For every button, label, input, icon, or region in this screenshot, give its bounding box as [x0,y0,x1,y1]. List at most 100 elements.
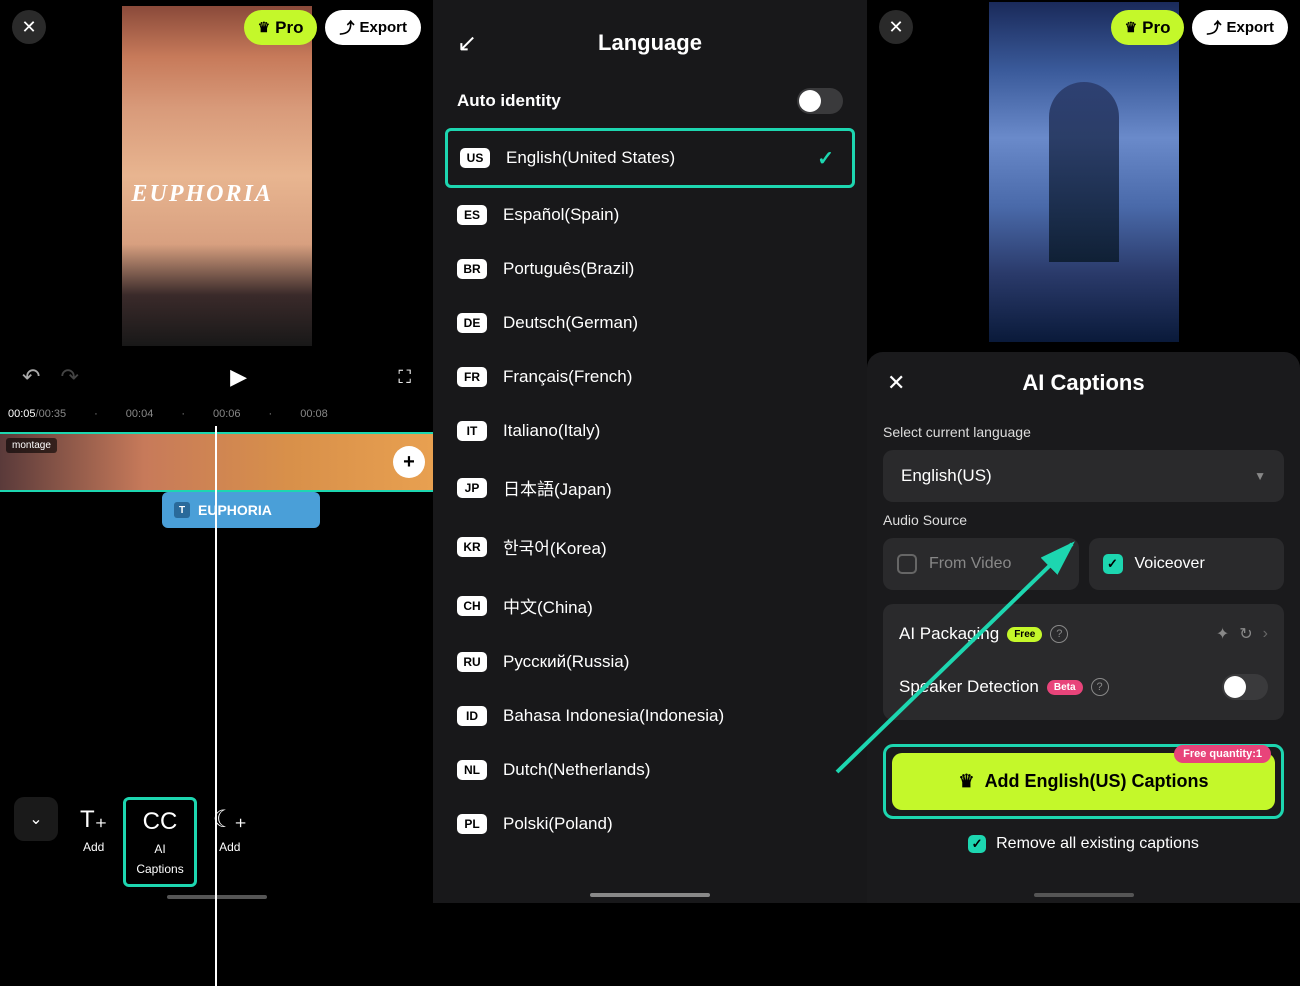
info-icon[interactable]: ? [1091,678,1109,696]
lang-code-badge: IT [457,421,487,441]
fullscreen-icon[interactable]: ⛶ [398,367,411,388]
select-language-label: Select current language [883,424,1284,440]
selected-language: English(US) [901,466,992,486]
collapse-button[interactable]: ⌄ [14,797,58,841]
add-text-icon: T₊ [80,805,107,834]
remove-checkbox[interactable]: ✓ [968,835,986,853]
home-indicator [590,893,710,897]
play-button[interactable]: ▶ [230,364,247,390]
lang-name: English(United States) [506,148,675,168]
text-clip-icon: T [174,502,190,518]
export-icon: ⤴ [339,17,354,38]
playhead[interactable] [215,426,217,986]
language-dropdown[interactable]: English(US) ▼ [883,450,1284,502]
language-item-kr[interactable]: KR 한국어(Korea) [445,517,855,576]
language-item-ru[interactable]: RU Русский(Russia) [445,635,855,689]
sheet-title: AI Captions [1022,370,1144,396]
lang-name: Français(French) [503,367,632,387]
ai-packaging-row[interactable]: AI Packaging Free ? ✦ ↻ › [899,618,1268,650]
language-item-us[interactable]: US English(United States) ✓ [445,128,855,188]
speaker-detection-label: Speaker Detection [899,677,1039,697]
video-frame: EUPHORIA [122,6,312,346]
language-item-es[interactable]: ESEspañol(Spain) [445,188,855,242]
undo-icon[interactable]: ↶ [22,364,40,390]
auto-identity-toggle[interactable] [797,88,843,114]
text-clip[interactable]: T EUPHORIA [162,492,320,528]
language-item-ch[interactable]: CH中文(China) [445,576,855,635]
language-item-de[interactable]: DEDeutsch(German) [445,296,855,350]
lang-name: Polski(Poland) [503,814,613,834]
export-label: Export [359,19,407,36]
lang-code-badge: ES [457,205,487,225]
lang-name: Русский(Russia) [503,652,629,672]
tool-label: Add [219,840,240,854]
lang-code-badge: RU [457,652,487,672]
cta-wrapper: Free quantity:1 ♛ Add English(US) Captio… [883,744,1284,819]
language-item-id[interactable]: IDBahasa Indonesia(Indonesia) [445,689,855,743]
sparkle-icon: ✦ [1216,624,1229,644]
crown-icon: ♛ [1125,19,1138,36]
lang-name: 日本語(Japan) [503,475,612,500]
add-clip-button[interactable]: + [393,446,425,478]
auto-identity-row: Auto identity [433,74,867,128]
ruler-mark: 00:06 [213,408,241,420]
auto-identity-label: Auto identity [457,91,561,111]
add-effect-button[interactable]: ☾₊ Add [203,797,257,862]
audio-source-row: From Video ✓ Voiceover [883,538,1284,590]
close-button[interactable]: ✕ [879,10,913,44]
add-text-button[interactable]: T₊ Add [70,797,117,862]
from-video-checkbox[interactable] [897,554,917,574]
free-badge: Free [1007,627,1042,642]
video-overlay-text: EUPHORIA [132,181,273,208]
cta-label: Add English(US) Captions [985,771,1209,792]
voiceover-checkbox[interactable]: ✓ [1103,554,1123,574]
lang-name: Português(Brazil) [503,259,634,279]
captions-icon: CC [143,808,178,836]
check-icon: ✓ [817,146,834,171]
time-ruler: 00:05/00:35 · 00:04 · 00:06 · 00:08 [0,402,433,426]
export-button[interactable]: ⤴Export [1192,10,1288,45]
time-total: /00:35 [36,408,67,420]
ruler-mark: 00:08 [300,408,328,420]
home-indicator [1034,893,1134,897]
lang-code-badge: FR [457,367,487,387]
lang-code-badge: BR [457,259,487,279]
ai-captions-panel: ✕ ♛Pro ⤴Export ✕ AI Captions Select curr… [867,0,1300,903]
lang-code-badge: JP [457,478,487,498]
lang-code-badge: KR [457,537,487,557]
remove-captions-row[interactable]: ✓ Remove all existing captions [883,835,1284,853]
from-video-option[interactable]: From Video [883,538,1079,590]
topbar: ✕ ♛Pro ⤴Export [867,0,1300,55]
info-icon[interactable]: ? [1050,625,1068,643]
timeline-area[interactable]: montage + T EUPHORIA [0,426,433,736]
speaker-detection-toggle[interactable] [1222,674,1268,700]
language-list[interactable]: US English(United States) ✓ ESEspañol(Spain… [433,128,867,851]
pro-button[interactable]: ♛Pro [1111,10,1185,45]
crown-icon: ♛ [958,771,974,792]
chevron-right-icon: › [1263,625,1268,643]
language-item-it[interactable]: IT Italiano(Italy) [445,404,855,458]
export-button[interactable]: ⤴ Export [325,10,421,45]
language-item-br[interactable]: BR Português(Brazil) [445,242,855,296]
language-item-pl[interactable]: PLPolski(Poland) [445,797,855,851]
redo-icon: ↷ [60,364,78,390]
language-item-fr[interactable]: FR Français(French) [445,350,855,404]
voiceover-option[interactable]: ✓ Voiceover [1089,538,1285,590]
from-video-label: From Video [929,555,1011,573]
language-item-nl[interactable]: NLDutch(Netherlands) [445,743,855,797]
lang-name: 한국어(Korea) [503,534,607,559]
free-quantity-badge: Free quantity:1 [1174,745,1271,763]
pro-button[interactable]: ♛Pro [244,10,318,45]
ai-captions-button[interactable]: CC AI Captions [123,797,196,887]
lang-code-badge: ID [457,706,487,726]
voiceover-label: Voiceover [1135,555,1205,573]
ai-captions-sheet: ✕ AI Captions Select current language En… [867,352,1300,903]
lang-code-badge: US [460,148,490,168]
lang-name: Italiano(Italy) [503,421,600,441]
close-button[interactable]: ✕ [12,10,46,44]
feature-box: AI Packaging Free ? ✦ ↻ › Speaker Detect… [883,604,1284,720]
export-icon: ⤴ [1206,17,1221,38]
language-item-jp[interactable]: JP 日本語(Japan) [445,458,855,517]
sheet-close-button[interactable]: ✕ [887,370,905,396]
back-button[interactable]: ↙ [457,29,477,58]
